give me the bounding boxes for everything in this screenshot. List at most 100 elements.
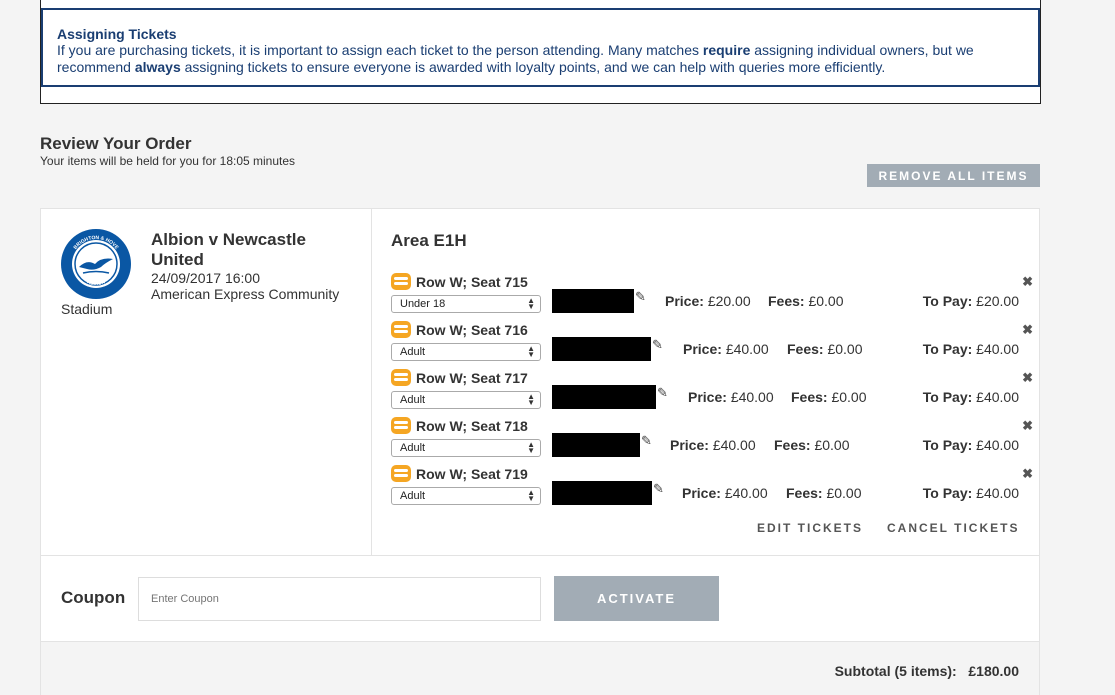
fees-label: Fees:	[768, 293, 805, 309]
ticket-type-select[interactable]: Adult ▲ ▼	[391, 391, 541, 409]
fees-label: Fees:	[774, 437, 811, 453]
ticket-type-value: Under 18	[400, 298, 446, 310]
to-pay-value: £40.00	[976, 437, 1019, 453]
ticket-to-pay: To Pay: £40.00	[923, 437, 1019, 453]
subtotal-label: Subtotal (5 items):	[834, 663, 957, 679]
remove-all-items-button[interactable]: REMOVE ALL ITEMS	[867, 164, 1040, 187]
assigning-tickets-notice: Assigning Tickets If you are purchasing …	[41, 8, 1040, 87]
fees-value: £0.00	[808, 293, 844, 309]
to-pay-label: To Pay:	[922, 293, 973, 309]
to-pay-label: To Pay:	[922, 437, 973, 453]
pencil-icon[interactable]: ✎	[635, 289, 646, 305]
match-title: Albion v Newcastle United	[151, 230, 306, 269]
ticket-price: Price: £40.00	[670, 437, 756, 453]
ticket-price: Price: £20.00	[665, 293, 751, 309]
seat-label: Row W; Seat 716	[416, 322, 528, 338]
subtotal-value: £180.00	[968, 663, 1019, 679]
ticket-type-select[interactable]: Adult ▲ ▼	[391, 343, 541, 361]
redacted-name	[552, 289, 634, 313]
venue-tail: Stadium	[61, 301, 113, 317]
coupon-input[interactable]	[138, 577, 541, 621]
notice-strong-always: always	[134, 59, 181, 75]
ticket-price: Price: £40.00	[688, 389, 774, 405]
seat-icon	[391, 417, 411, 434]
edit-tickets-link[interactable]: EDIT TICKETS	[757, 521, 863, 535]
pencil-icon[interactable]: ✎	[652, 337, 663, 353]
ticket-row: Row W; Seat 717 Adult ▲ ▼ ✎ Price: £40.00 …	[391, 369, 1039, 417]
match-venue: American Express Community	[151, 286, 340, 302]
seat-icon	[391, 369, 411, 386]
activate-coupon-button[interactable]: ACTIVATE	[554, 576, 719, 621]
price-label: Price:	[683, 341, 722, 357]
seat-label: Row W; Seat 715	[416, 274, 528, 290]
fees-value: £0.00	[814, 437, 850, 453]
select-arrows-icon: ▲ ▼	[527, 392, 535, 407]
ticket-type-value: Adult	[400, 442, 426, 454]
ticket-to-pay: To Pay: £20.00	[923, 293, 1019, 309]
ticket-row: Row W; Seat 716 Adult ▲ ▼ ✎ Price: £40.00 …	[391, 321, 1039, 369]
to-pay-label: To Pay:	[922, 389, 973, 405]
divider	[41, 555, 1039, 556]
review-order-title: Review Your Order	[40, 134, 192, 153]
ticket-row: Row W; Seat 719 Adult ▲ ▼ ✎ Price: £40.00 …	[391, 465, 1039, 513]
ticket-type-select[interactable]: Adult ▲ ▼	[391, 487, 541, 505]
ticket-to-pay: To Pay: £40.00	[923, 485, 1019, 501]
ticket-type-select[interactable]: Under 18 ▲ ▼	[391, 295, 541, 313]
remove-ticket-icon[interactable]: ✖	[1022, 466, 1033, 482]
to-pay-value: £40.00	[976, 485, 1019, 501]
ticket-fees: Fees: £0.00	[787, 341, 863, 357]
to-pay-value: £40.00	[976, 341, 1019, 357]
to-pay-value: £20.00	[976, 293, 1019, 309]
seat-label: Row W; Seat 718	[416, 418, 528, 434]
ticket-to-pay: To Pay: £40.00	[923, 389, 1019, 405]
remove-ticket-icon[interactable]: ✖	[1022, 274, 1033, 290]
price-label: Price:	[688, 389, 727, 405]
price-value: £40.00	[724, 485, 768, 501]
select-arrows-icon: ▲ ▼	[527, 296, 535, 311]
order-card: BRIGHTON & HOVE ALBION Stadium Albion v …	[40, 208, 1040, 695]
remove-ticket-icon[interactable]: ✖	[1022, 322, 1033, 338]
coupon-label: Coupon	[61, 588, 126, 607]
remove-ticket-icon[interactable]: ✖	[1022, 370, 1033, 386]
club-logo: BRIGHTON & HOVE ALBION	[61, 229, 131, 299]
ticket-fees: Fees: £0.00	[786, 485, 862, 501]
seat-label: Row W; Seat 719	[416, 466, 528, 482]
fees-value: £0.00	[827, 341, 863, 357]
notice-title: Assigning Tickets	[57, 26, 177, 42]
ticket-row: Row W; Seat 718 Adult ▲ ▼ ✎ Price: £40.00 …	[391, 417, 1039, 465]
redacted-name	[552, 337, 651, 361]
notice-text: If you are purchasing tickets, it is imp…	[57, 42, 1024, 76]
price-value: £40.00	[730, 389, 774, 405]
price-label: Price:	[665, 293, 704, 309]
fees-value: £0.00	[826, 485, 862, 501]
ticket-row: Row W; Seat 715 Under 18 ▲ ▼ ✎ Price: £20.…	[391, 273, 1039, 321]
select-arrows-icon: ▲ ▼	[527, 488, 535, 503]
cancel-tickets-link[interactable]: CANCEL TICKETS	[887, 521, 1019, 535]
select-arrows-icon: ▲ ▼	[527, 440, 535, 455]
price-value: £40.00	[725, 341, 769, 357]
seat-icon	[391, 465, 411, 482]
redacted-name	[552, 481, 652, 505]
divider	[371, 209, 372, 555]
ticket-price: Price: £40.00	[683, 341, 769, 357]
ticket-type-value: Adult	[400, 394, 426, 406]
redacted-name	[552, 385, 656, 409]
seat-icon	[391, 273, 411, 290]
ticket-type-value: Adult	[400, 490, 426, 502]
ticket-fees: Fees: £0.00	[768, 293, 844, 309]
price-value: £40.00	[712, 437, 756, 453]
notice-strong-require: require	[702, 42, 751, 58]
ticket-price: Price: £40.00	[682, 485, 768, 501]
match-datetime: 24/09/2017 16:00	[151, 270, 260, 286]
ticket-type-select[interactable]: Adult ▲ ▼	[391, 439, 541, 457]
price-label: Price:	[682, 485, 721, 501]
price-value: £20.00	[707, 293, 751, 309]
pencil-icon[interactable]: ✎	[657, 385, 668, 401]
redacted-name	[552, 433, 640, 457]
pencil-icon[interactable]: ✎	[641, 433, 652, 449]
fees-label: Fees:	[787, 341, 824, 357]
remove-ticket-icon[interactable]: ✖	[1022, 418, 1033, 434]
pencil-icon[interactable]: ✎	[653, 481, 664, 497]
ticket-fees: Fees: £0.00	[774, 437, 850, 453]
subtotal: Subtotal (5 items): £180.00	[835, 663, 1019, 679]
